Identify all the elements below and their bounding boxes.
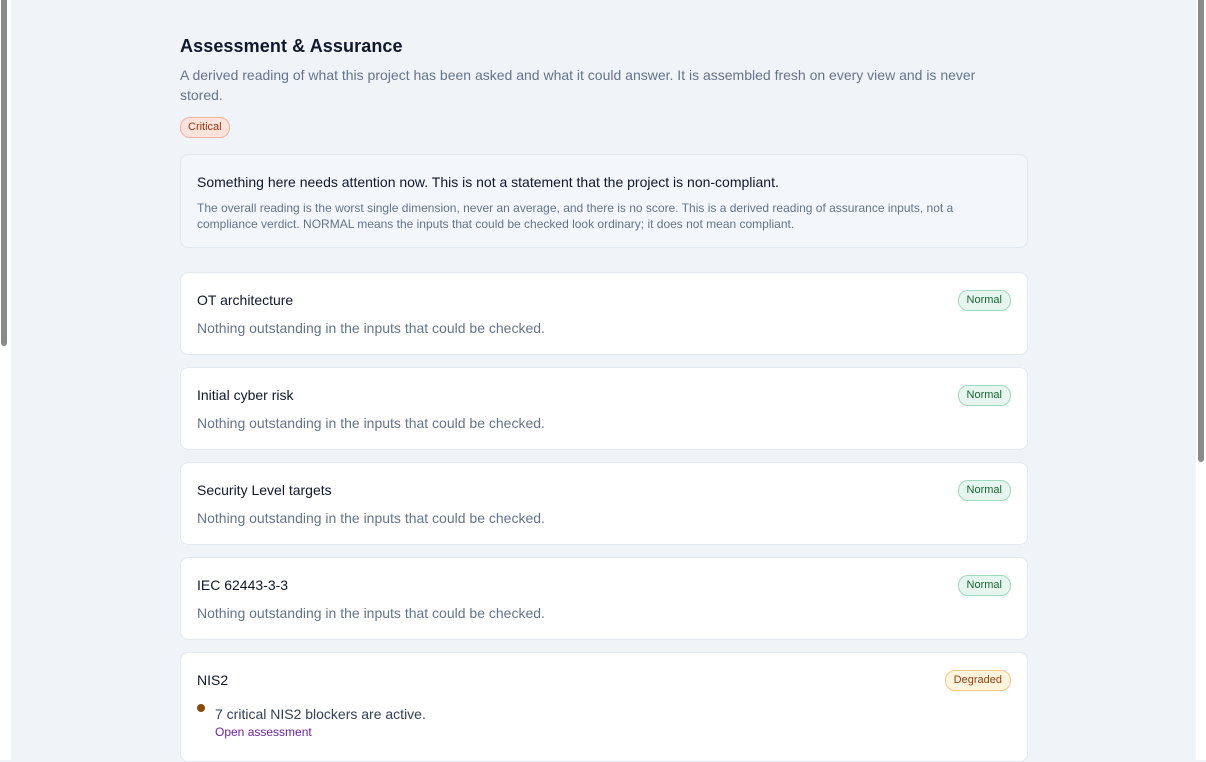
dimension-card-initial-cyber-risk: Initial cyber risk Normal Nothing outsta…	[180, 367, 1028, 450]
dimension-message: Nothing outstanding in the inputs that c…	[197, 415, 545, 431]
summary-box: Something here needs attention now. This…	[180, 154, 1028, 248]
dimension-message: Nothing outstanding in the inputs that c…	[197, 510, 545, 526]
status-badge: Normal	[957, 575, 1011, 596]
status-badge: Normal	[957, 290, 1011, 311]
status-badge: Normal	[957, 480, 1011, 501]
status-badge: Degraded	[944, 670, 1011, 691]
finding-text: 7 critical NIS2 blockers are active.	[215, 706, 426, 722]
summary-note: The overall reading is the worst single …	[197, 201, 954, 231]
status-badge: Normal	[957, 385, 1011, 406]
dimension-message: Nothing outstanding in the inputs that c…	[197, 320, 545, 336]
dimension-name: NIS2	[197, 672, 229, 688]
finding-bullet-icon	[197, 704, 205, 712]
page-title: Assessment & Assurance	[180, 36, 403, 56]
left-scrollbar[interactable]	[0, 0, 11, 760]
dimension-card-iec-62443-3-3: IEC 62443-3-3 Normal Nothing outstanding…	[180, 557, 1028, 640]
right-scrollbar[interactable]	[1196, 0, 1206, 760]
dimension-name: Initial cyber risk	[197, 387, 294, 403]
page-description: A derived reading of what this project h…	[180, 67, 976, 103]
dimension-card-security-level-targets: Security Level targets Normal Nothing ou…	[180, 462, 1028, 545]
dimension-card-ot-architecture: OT architecture Normal Nothing outstandi…	[180, 272, 1028, 355]
summary-headline: Something here needs attention now. This…	[197, 174, 779, 190]
dimension-name: OT architecture	[197, 292, 294, 308]
right-scrollbar-thumb[interactable]	[1198, 0, 1204, 462]
left-scrollbar-thumb[interactable]	[1, 0, 7, 346]
dimension-message: Nothing outstanding in the inputs that c…	[197, 605, 545, 621]
open-assessment-link[interactable]: Open assessment	[215, 725, 312, 739]
overall-status-badge: Critical	[180, 117, 230, 138]
dimension-name: IEC 62443-3-3	[197, 577, 289, 593]
dimension-name: Security Level targets	[197, 482, 332, 498]
dimension-card-nis2: NIS2 Degraded 7 critical NIS2 blockers a…	[180, 652, 1028, 762]
